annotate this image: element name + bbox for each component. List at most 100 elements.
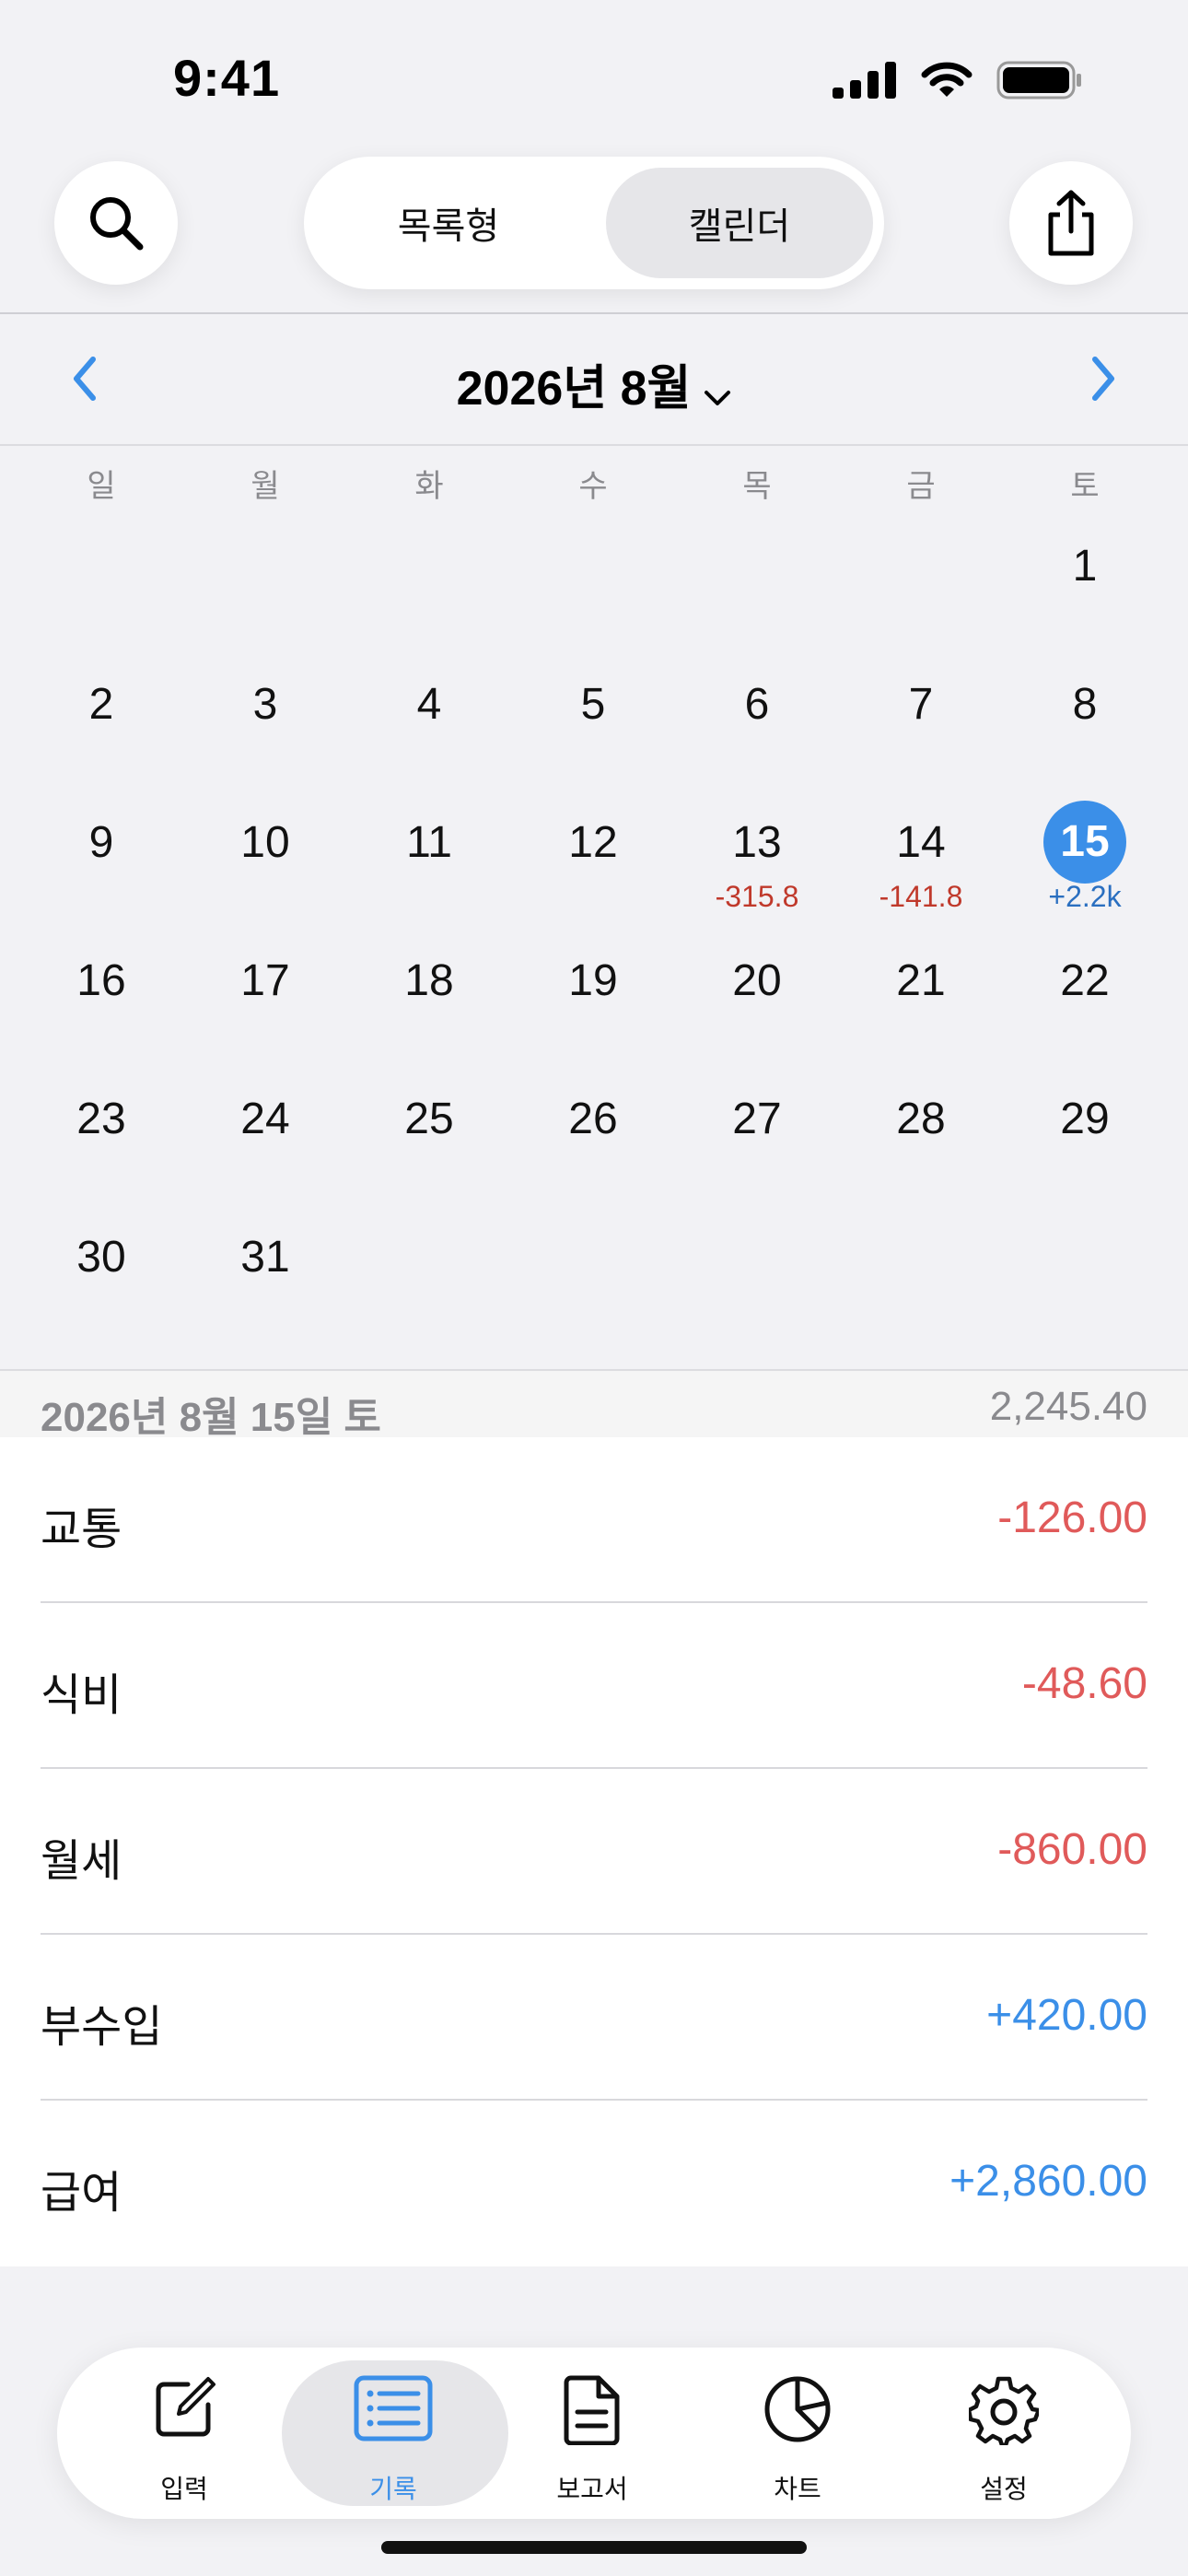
calendar-day[interactable]: 14 -141.8 xyxy=(839,779,1003,917)
calendar-day[interactable]: 2 xyxy=(19,640,183,779)
day-number: 2 xyxy=(88,680,114,729)
day-number: 1 xyxy=(1072,542,1098,591)
transaction-row[interactable]: 교통 -126.00 xyxy=(0,1437,1188,1603)
day-number: 14 xyxy=(896,818,946,867)
day-number: 16 xyxy=(76,956,126,1005)
calendar-day[interactable]: 28 xyxy=(839,1055,1003,1193)
calendar-day[interactable]: 15 +2.2k xyxy=(1003,779,1167,917)
transaction-row[interactable]: 급여 +2,860.00 xyxy=(0,2101,1188,2266)
calendar-day[interactable]: 5 xyxy=(511,640,675,779)
tab-chart[interactable]: 차트 xyxy=(696,2348,899,2519)
calendar-day[interactable]: 21 xyxy=(839,917,1003,1055)
calendar-day[interactable]: 16 xyxy=(19,917,183,1055)
calendar-day[interactable]: 19 xyxy=(511,917,675,1055)
day-number: 21 xyxy=(896,956,946,1005)
selected-date: 2026년 8월 15일 토 xyxy=(41,1395,381,1440)
tab-bar: 입력 기록 보고서 차트 설정 xyxy=(57,2348,1131,2519)
calendar-day[interactable]: 1 xyxy=(1003,502,1167,640)
calendar-day[interactable]: 7 xyxy=(839,640,1003,779)
day-number: 22 xyxy=(1060,956,1110,1005)
tab-label: 설정 xyxy=(980,2475,1028,2503)
calendar-day[interactable]: 30 xyxy=(19,1193,183,1331)
day-number: 17 xyxy=(240,956,290,1005)
tab-report[interactable]: 보고서 xyxy=(491,2348,693,2519)
transaction-amount: +420.00 xyxy=(986,1991,1147,2040)
gear-icon xyxy=(969,2376,1039,2445)
transaction-amount: -126.00 xyxy=(997,1493,1147,1542)
calendar-day[interactable]: 22 xyxy=(1003,917,1167,1055)
transaction-amount: +2,860.00 xyxy=(949,2157,1147,2206)
calendar-day[interactable]: 9 xyxy=(19,779,183,917)
calendar-day[interactable]: 20 xyxy=(675,917,839,1055)
transaction-amount: -48.60 xyxy=(1021,1659,1147,1708)
day-number: 19 xyxy=(568,956,618,1005)
calendar-day[interactable]: 4 xyxy=(347,640,511,779)
compose-icon xyxy=(156,2377,215,2437)
calendar-day[interactable]: 6 xyxy=(675,640,839,779)
calendar-day[interactable]: 31 xyxy=(183,1193,347,1331)
tab-label: 차트 xyxy=(774,2475,821,2503)
day-number: 20 xyxy=(732,956,782,1005)
calendar-day[interactable]: 27 xyxy=(675,1055,839,1193)
transaction-amount: -860.00 xyxy=(997,1825,1147,1874)
day-number: 12 xyxy=(568,818,618,867)
calendar-day[interactable]: 10 xyxy=(183,779,347,917)
day-number: 10 xyxy=(240,818,290,867)
calendar-day[interactable]: 11 xyxy=(347,779,511,917)
day-number: 26 xyxy=(568,1095,618,1143)
calendar-day[interactable]: 13 -315.8 xyxy=(675,779,839,917)
tab-label: 입력 xyxy=(160,2475,208,2503)
calendar-day[interactable]: 24 xyxy=(183,1055,347,1193)
calendar-day[interactable]: 8 xyxy=(1003,640,1167,779)
day-amount: +2.2k xyxy=(1048,880,1122,913)
day-number: 18 xyxy=(404,956,454,1005)
day-number: 29 xyxy=(1060,1095,1110,1143)
home-indicator xyxy=(381,2541,807,2554)
day-number: 3 xyxy=(252,680,278,729)
calendar-day[interactable]: 23 xyxy=(19,1055,183,1193)
day-number: 5 xyxy=(580,680,606,729)
day-number: 6 xyxy=(744,680,770,729)
day-number: 4 xyxy=(416,680,442,729)
day-number: 8 xyxy=(1072,680,1098,729)
calendar-grid: 1 2 3 4 5 6 7 8 9 10 11 12 13 -315.8 14 -141.8 15 +2.2k 16… xyxy=(0,0,1188,1364)
selected-day-total: 2,245.40 xyxy=(989,1384,1147,1429)
day-number: 13 xyxy=(732,818,782,867)
calendar-day[interactable]: 26 xyxy=(511,1055,675,1193)
transaction-category: 교통 xyxy=(41,1505,122,1554)
list-icon xyxy=(354,2375,433,2441)
pie-chart-icon xyxy=(764,2376,831,2442)
day-number: 7 xyxy=(908,680,934,729)
day-number: 23 xyxy=(76,1095,126,1143)
calendar-day[interactable]: 3 xyxy=(183,640,347,779)
day-number: 9 xyxy=(88,818,114,867)
calendar-day[interactable]: 12 xyxy=(511,779,675,917)
calendar-day[interactable]: 29 xyxy=(1003,1055,1167,1193)
day-number: 27 xyxy=(732,1095,782,1143)
tab-records[interactable]: 기록 xyxy=(278,2348,508,2519)
document-icon xyxy=(564,2375,620,2445)
day-number: 24 xyxy=(240,1095,290,1143)
transaction-row[interactable]: 월세 -860.00 xyxy=(0,1769,1188,1935)
transaction-category: 월세 xyxy=(41,1837,122,1886)
tab-input[interactable]: 입력 xyxy=(83,2348,285,2519)
day-number: 28 xyxy=(896,1095,946,1143)
transaction-category: 급여 xyxy=(41,2169,122,2218)
transaction-row[interactable]: 식비 -48.60 xyxy=(0,1603,1188,1769)
day-number: 31 xyxy=(240,1233,290,1282)
day-number: 30 xyxy=(76,1233,126,1282)
day-number: 11 xyxy=(406,818,452,867)
tab-settings[interactable]: 설정 xyxy=(903,2348,1105,2519)
transaction-list: 교통 -126.00 식비 -48.60 월세 -860.00 부수입 +420… xyxy=(0,1437,1188,2266)
transaction-category: 식비 xyxy=(41,1671,122,1720)
tab-label: 기록 xyxy=(369,2475,417,2503)
selected-day-header: 2026년 8월 15일 토 2,245.40 xyxy=(0,1369,1188,1440)
calendar-day[interactable]: 25 xyxy=(347,1055,511,1193)
day-number: 15 xyxy=(1043,801,1126,884)
day-number: 25 xyxy=(404,1095,454,1143)
tab-label: 보고서 xyxy=(556,2475,628,2503)
calendar-day[interactable]: 18 xyxy=(347,917,511,1055)
day-amount: -315.8 xyxy=(715,880,799,913)
transaction-row[interactable]: 부수입 +420.00 xyxy=(0,1935,1188,2101)
calendar-day[interactable]: 17 xyxy=(183,917,347,1055)
